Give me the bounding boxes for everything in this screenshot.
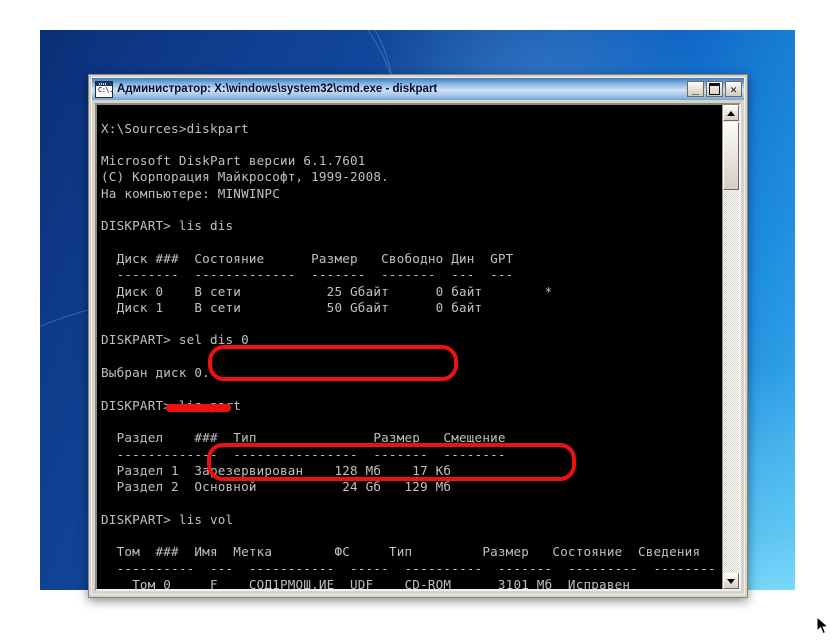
scroll-up-button[interactable] [723,105,739,121]
vertical-scrollbar[interactable] [722,105,739,589]
window-title: Администратор: X:\windows\system32\cmd.e… [117,83,438,95]
command-prompt-window[interactable]: C:\. Администратор: X:\windows\system32\… [88,74,748,598]
window-titlebar[interactable]: C:\. Администратор: X:\windows\system32\… [92,78,744,100]
console-output-text: X:\Sources>diskpart Microsoft DiskPart в… [101,120,716,589]
console-client-area[interactable]: X:\Sources>diskpart Microsoft DiskPart в… [95,103,741,591]
window-controls: _ ✕ [687,81,742,97]
close-icon: ✕ [730,82,737,96]
scroll-down-button[interactable] [723,573,739,589]
cmd-icon-glyph: C:\. [98,85,113,94]
maximize-button[interactable] [706,81,723,97]
maximize-icon [707,82,722,96]
minimize-icon: _ [691,81,700,95]
scroll-up-icon [727,110,735,116]
console-output-region[interactable]: X:\Sources>diskpart Microsoft DiskPart в… [97,105,722,589]
scroll-down-icon [727,578,735,584]
close-button[interactable]: ✕ [725,81,742,97]
cmd-console-icon: C:\. [95,80,113,98]
minimize-button[interactable]: _ [687,81,704,97]
scrollbar-thumb[interactable] [723,122,739,190]
